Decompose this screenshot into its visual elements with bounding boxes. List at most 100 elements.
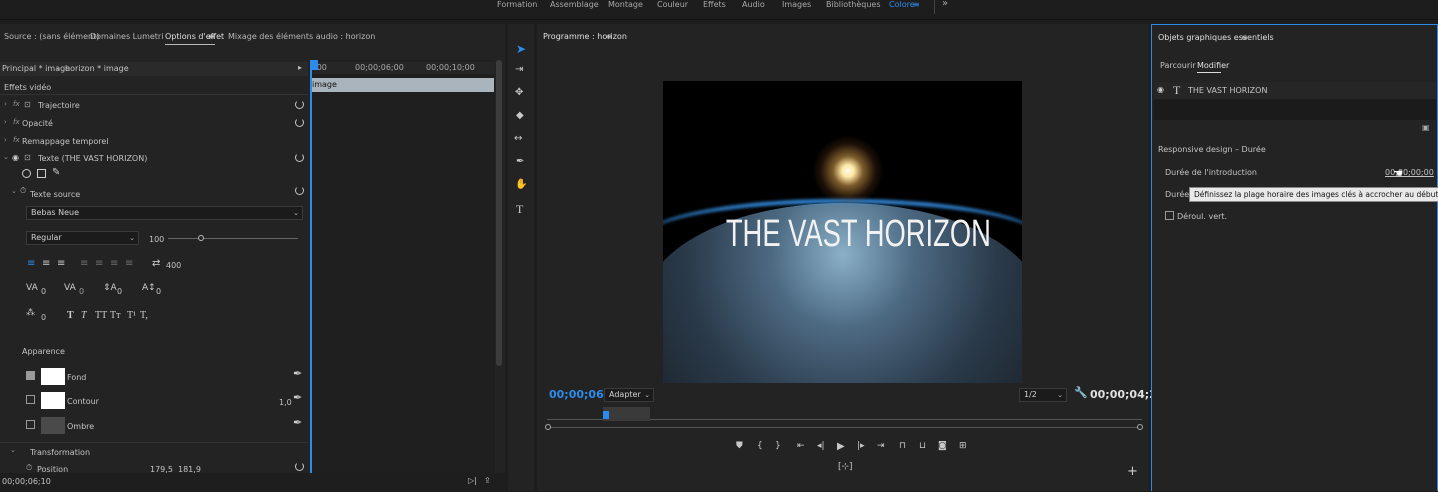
font-size-value[interactable]: 100 (149, 235, 164, 244)
mark-out-icon[interactable]: } (775, 441, 781, 451)
shadow-color-swatch[interactable] (41, 417, 65, 434)
subscript-button[interactable]: T, (140, 310, 148, 321)
kerning-value[interactable]: 0 (41, 287, 46, 296)
slip-tool-icon[interactable]: ↔ (514, 133, 522, 144)
tracking-value[interactable]: 400 (166, 261, 181, 270)
effect-panel-scrollbar[interactable] (496, 60, 502, 366)
justify-right-icon[interactable]: ≡ (110, 258, 118, 269)
tab-browse[interactable]: Parcourir (1160, 61, 1196, 70)
scroll-end-handle[interactable] (1137, 424, 1143, 430)
align-left-icon[interactable]: ≡ (27, 258, 35, 269)
stroke-width-value[interactable]: 1,0 (279, 398, 292, 407)
font-family-dropdown[interactable]: Bebas Neue ⌄ (26, 206, 303, 220)
zoom-scroll-bar[interactable] (551, 427, 1138, 428)
playhead[interactable] (310, 60, 312, 490)
eyedropper-icon[interactable]: ✒ (293, 391, 302, 404)
panel-menu-icon[interactable]: ≡ (1241, 33, 1248, 42)
razor-tool-icon[interactable]: ◆ (516, 110, 524, 121)
reset-icon[interactable] (295, 100, 304, 109)
fill-color-swatch[interactable] (41, 368, 65, 385)
add-marker-icon[interactable]: ⛊ (736, 441, 743, 451)
reset-icon[interactable] (295, 118, 304, 127)
wrench-icon[interactable]: 🔧 (1074, 386, 1088, 399)
tab-menu-icon[interactable]: ≡ (208, 32, 215, 41)
panel-menu-icon[interactable]: ≡ (606, 32, 613, 41)
zoom-fit-dropdown[interactable]: Adapter ⌄ (604, 388, 654, 402)
align-right-icon[interactable]: ≡ (57, 258, 65, 269)
essential-graphics-title[interactable]: Objets graphiques essentiels (1158, 33, 1274, 42)
tsume-value[interactable]: 0 (41, 313, 46, 322)
faux-bold-button[interactable]: T (67, 310, 74, 321)
extract-icon[interactable]: ⊔ (919, 441, 926, 451)
stroke-checkbox[interactable] (26, 395, 35, 404)
fill-checkbox[interactable] (26, 371, 35, 380)
program-playhead[interactable] (603, 411, 609, 419)
layer-row[interactable]: ◉ T THE VAST HORIZON (1154, 82, 1436, 99)
selection-tool-icon[interactable]: ➤ (516, 42, 526, 56)
workspace-menu-icon[interactable]: ≡ (913, 0, 920, 9)
program-timeline-ruler[interactable] (545, 407, 1143, 430)
tab-effect-options[interactable]: Options d'effet (165, 32, 224, 41)
playback-resolution-dropdown[interactable]: 1/2 ⌄ (1019, 388, 1067, 402)
roll-checkbox[interactable] (1165, 211, 1174, 220)
lift-icon[interactable]: ⊓ (899, 441, 906, 451)
align-center-icon[interactable]: ≡ (42, 258, 50, 269)
workspace-tab-effets[interactable]: Effets (703, 0, 726, 9)
reset-icon[interactable] (295, 186, 304, 195)
ripple-edit-tool-icon[interactable]: ✥ (515, 87, 523, 98)
workspace-tab-couleur[interactable]: Couleur (657, 0, 688, 9)
font-size-slider-track[interactable] (168, 238, 298, 239)
fx-icon[interactable]: fx (13, 136, 20, 144)
safe-margins-icon[interactable]: [⊹] (838, 462, 853, 472)
small-caps-button[interactable]: Tт (110, 310, 120, 321)
collapse-chevron-icon[interactable]: ⌄ (11, 187, 17, 195)
timeline-clip-bar[interactable]: image (310, 78, 494, 92)
add-button-icon[interactable]: + (1127, 464, 1138, 479)
pen-tool-icon[interactable]: ✒ (516, 156, 524, 167)
comparison-view-icon[interactable]: ⊞ (959, 441, 967, 451)
export-frame-icon[interactable]: ◙ (938, 441, 947, 451)
all-caps-button[interactable]: TT (95, 310, 107, 321)
workspace-tab-assemblage[interactable]: Assemblage (550, 0, 599, 9)
type-tool-icon[interactable]: T (516, 202, 523, 217)
workspace-tab-montage[interactable]: Montage (608, 0, 643, 9)
workspace-tab-formation[interactable]: Formation (497, 0, 537, 9)
font-style-dropdown[interactable]: Regular ⌄ (26, 231, 139, 245)
reset-icon[interactable] (295, 153, 304, 162)
line-spacing-value[interactable]: 0 (117, 287, 122, 296)
video-title-text[interactable]: THE VAST HORIZON (700, 213, 1017, 256)
playhead-handle[interactable] (312, 60, 318, 70)
go-to-in-icon[interactable]: ⇤ (797, 441, 805, 451)
workspace-tab-images[interactable]: Images (782, 0, 811, 9)
program-monitor-title[interactable]: Programme : horizon (543, 32, 627, 41)
justify-all-icon[interactable]: ≡ (125, 258, 133, 269)
reset-icon[interactable] (295, 462, 304, 471)
superscript-button[interactable]: T¹ (127, 310, 136, 321)
fx-icon[interactable]: fx (13, 118, 20, 126)
breadcrumb-clip[interactable]: horizon * image (65, 64, 129, 73)
effect-timeline[interactable]: :00 00;00;06;00 00;00;10;00 image (310, 60, 495, 491)
expand-chevron-icon[interactable]: › (4, 136, 7, 144)
expand-chevron-icon[interactable]: › (4, 118, 7, 126)
collapse-chevron-icon[interactable]: ⌄ (3, 153, 9, 161)
expand-chevron-icon[interactable]: › (4, 100, 7, 108)
export-icon[interactable]: ⇪ (484, 476, 491, 485)
workspace-tab-bibliotheques[interactable]: Bibliothèques (826, 0, 881, 9)
track-select-tool-icon[interactable]: ⇥ (515, 64, 523, 75)
step-forward-icon[interactable]: |▸ (857, 441, 865, 451)
stopwatch-icon[interactable]: ⏱ (26, 463, 32, 473)
workspace-tab-audio[interactable]: Audio (742, 0, 765, 9)
workspace-overflow-icon[interactable]: » (942, 0, 948, 9)
eyedropper-icon[interactable]: ✒ (293, 367, 302, 380)
go-to-out-icon[interactable]: ⇥ (877, 441, 885, 451)
play-audio-icon[interactable]: ▷| (468, 476, 477, 485)
layer-visibility-eye-icon[interactable]: ◉ (1157, 85, 1164, 94)
hand-tool-icon[interactable]: ✋ (515, 179, 527, 190)
fx-icon[interactable]: fx (13, 100, 20, 108)
stopwatch-icon[interactable]: ⏱ (20, 186, 26, 196)
justify-left-icon[interactable]: ≡ (80, 258, 88, 269)
effect-timecode[interactable]: 00;00;06;10 (2, 477, 51, 486)
tab-audio-clip-mixer[interactable]: Mixage des éléments audio : horizon (228, 32, 375, 41)
baseline-shift-value[interactable]: 0 (156, 287, 161, 296)
tab-lumetri-scopes[interactable]: Domaines Lumetri (90, 32, 163, 41)
